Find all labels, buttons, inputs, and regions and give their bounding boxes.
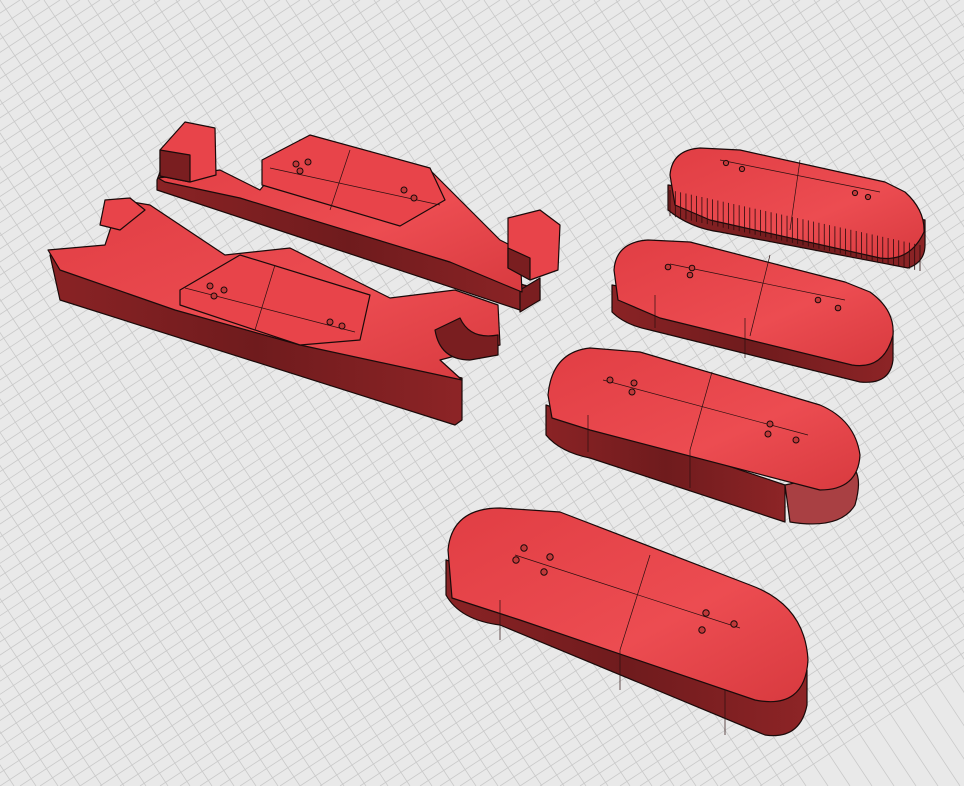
3d-viewport[interactable] (0, 0, 964, 786)
build-plate-grid (0, 0, 964, 786)
viewport-canvas[interactable] (0, 0, 964, 786)
cradle-4[interactable] (445, 507, 809, 737)
